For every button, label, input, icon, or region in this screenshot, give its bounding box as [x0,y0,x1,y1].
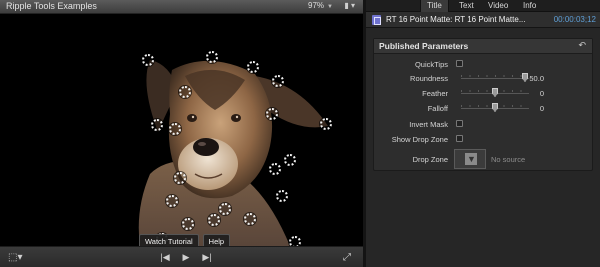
drop-zone-status: No source [491,155,526,164]
inspector-tabs: Title Text Video Info [366,0,600,12]
chevron-down-icon: ▼ [327,4,333,10]
panel-title: Published Parameters [379,41,469,51]
dog-photo [138,60,328,246]
arrow-down-icon: ▼ [467,154,476,164]
viewer-title: Ripple Tools Examples [6,1,97,11]
falloff-label: Falloff [427,104,448,113]
show-drop-zone-checkbox[interactable] [456,135,463,142]
matte-control-point[interactable] [276,190,288,202]
matte-control-point[interactable] [244,213,256,225]
tab-video[interactable]: Video [482,0,514,12]
matte-control-point[interactable] [179,86,191,98]
drop-zone-label: Drop Zone [412,155,448,164]
viewer-canvas[interactable] [0,14,363,246]
falloff-value[interactable]: 0 [516,104,544,113]
matte-control-point[interactable] [269,163,281,175]
matte-control-point[interactable] [208,214,220,226]
invert-mask-label: Invert Mask [409,120,448,129]
reset-arrow-icon[interactable]: ↶ [578,40,586,51]
clip-name: RT 16 Point Matte: RT 16 Point Matte... [386,15,526,24]
next-edit-button[interactable]: ▶| [200,251,214,264]
tab-text[interactable]: Text [453,0,480,12]
play-button[interactable]: ▶ [180,251,192,264]
slider-knob[interactable] [492,88,498,97]
matte-control-point[interactable] [151,119,163,131]
matte-control-point[interactable] [284,154,296,166]
fullscreen-icon[interactable]: ⤢ [343,251,351,264]
viewer-layout-icon[interactable]: ⬚▾ [8,251,22,264]
roundness-value[interactable]: 50.0 [516,74,544,83]
clip-info-bar: RT 16 Point Matte: RT 16 Point Matte... … [366,12,600,28]
roundness-label: Roundness [410,74,448,83]
matte-control-point[interactable] [289,236,301,246]
matte-control-point[interactable] [174,172,186,184]
feather-value[interactable]: 0 [516,89,544,98]
title-clip-icon [372,15,381,25]
matte-control-point[interactable] [206,51,218,63]
matte-control-point[interactable] [272,75,284,87]
show-drop-zone-label: Show Drop Zone [391,135,448,144]
matte-control-point[interactable] [169,123,181,135]
matte-control-point[interactable] [166,195,178,207]
tab-info[interactable]: Info [517,0,542,12]
matte-control-point[interactable] [182,218,194,230]
viewer: Ripple Tools Examples 97% ▼ ▮ ▾ Watch Tu… [0,0,363,267]
quicktips-checkbox[interactable] [456,60,463,67]
matte-control-point[interactable] [320,118,332,130]
inspector: Title Text Video Info RT 16 Point Matte:… [366,0,600,267]
previous-edit-button[interactable]: |◀ [158,251,172,264]
invert-mask-checkbox[interactable] [456,120,463,127]
matte-control-point[interactable] [219,203,231,215]
quicktips-label: QuickTips [414,60,448,69]
published-parameters-panel: Published Parameters ↶ QuickTips Roundne… [373,38,593,171]
zoom-level: 97% [308,1,325,10]
view-options-menu[interactable]: ▮ ▾ [344,1,355,10]
drop-zone-well[interactable]: ▼ [454,149,486,169]
viewer-header: Ripple Tools Examples 97% ▼ ▮ ▾ [0,0,363,14]
tab-title[interactable]: Title [420,0,449,12]
drop-well-thumbnail: ▼ [465,153,477,165]
matte-control-point[interactable] [247,61,259,73]
slider-knob[interactable] [492,103,498,112]
clip-timecode: 00:00:03;12 [553,15,596,24]
matte-control-point[interactable] [266,108,278,120]
zoom-menu[interactable]: 97% ▼ [308,1,333,10]
panel-header[interactable]: Published Parameters ↶ [374,39,592,54]
matte-control-point[interactable] [142,54,154,66]
transport-bar: ⬚▾ |◀ ▶ ▶| ⤢ [0,246,363,267]
feather-label: Feather [422,89,448,98]
